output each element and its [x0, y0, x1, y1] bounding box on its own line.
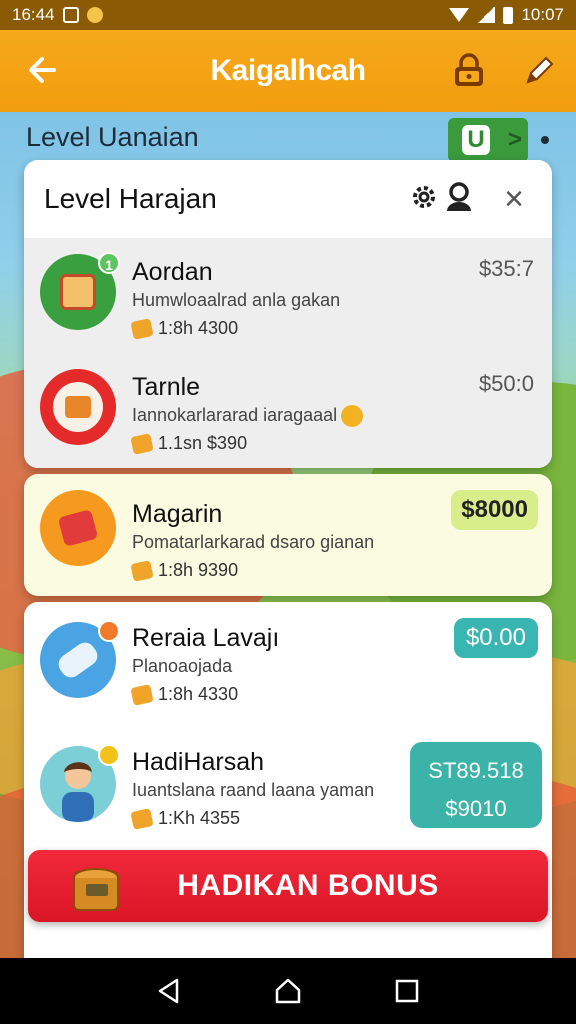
bag-icon [130, 807, 154, 830]
list-item[interactable]: Tarnle Iannokarlararad iaragaaal 1.1sn $… [24, 353, 552, 468]
bag-icon [130, 432, 154, 455]
nav-back-icon[interactable] [149, 971, 189, 1011]
settings-gear-icon[interactable] [408, 181, 440, 218]
item-name: Tarnle [132, 373, 201, 401]
wifi-icon [449, 8, 470, 22]
app-title: Kaigalhcah [210, 54, 366, 87]
star-badge-icon [98, 744, 120, 766]
item-name: HadiHarsah [132, 748, 265, 776]
alert-badge-icon [98, 620, 120, 642]
bag-icon [130, 559, 154, 582]
item-meta-text: 1:8h 4330 [158, 684, 239, 704]
item-description: Iuantslana raand laana yaman [132, 780, 375, 800]
item-description: Iannokarlararad iaragaaal [132, 405, 364, 428]
item-meta: 1:8h 9390 [130, 559, 239, 582]
battery-icon [503, 6, 514, 24]
dialog-header: Level Harajan × [24, 160, 552, 238]
bag-icon [130, 317, 154, 340]
notification-icon [62, 7, 79, 23]
status-time-right: 10:07 [521, 5, 564, 24]
close-icon[interactable]: × [496, 181, 532, 217]
more-dot-icon[interactable] [541, 136, 549, 144]
item-name: Reraia Lavajı [132, 624, 280, 652]
item-price: $35:7 [478, 256, 534, 281]
item-meta-text: 1:8h 9390 [158, 560, 239, 580]
item-meta-text: 1:Kh 4355 [158, 808, 241, 828]
bonus-button[interactable]: HADIKAN BONUS [28, 850, 548, 922]
item-meta-text: 1.1sn $390 [158, 433, 248, 453]
item-meta: 1.1sn $390 [130, 432, 248, 455]
background-badge-button[interactable]: U > [448, 118, 528, 162]
system-nav-bar [0, 958, 576, 1024]
item-count-badge: 1 [98, 252, 120, 274]
badge-letter: U [462, 125, 490, 155]
coin-icon [341, 405, 364, 428]
edit-pencil-icon[interactable] [522, 52, 556, 88]
item-price: $50:0 [478, 371, 534, 396]
chevron-right-icon: > [508, 126, 523, 153]
profile-icon[interactable] [444, 181, 474, 218]
status-time-left: 16:44 [12, 5, 55, 24]
price-top: ST89.518 [428, 758, 524, 783]
app-bar: Kaigalhcah [0, 30, 576, 112]
item-meta: 1:Kh 4355 [130, 807, 241, 830]
item-meta-text: 1:8h 4300 [158, 318, 239, 338]
bonus-button-label: HADIKAN BONUS [177, 869, 439, 902]
app-notification-icon [86, 7, 103, 23]
item-description: Humwloaalrad anla gakan [132, 290, 341, 310]
price-pill[interactable]: $0.00 [453, 618, 538, 658]
item-avatar [40, 369, 116, 445]
item-meta: 1:8h 4300 [130, 317, 239, 340]
background-level-title: Level Uanaian [26, 122, 199, 152]
status-bar: 16:44 10:07 [0, 0, 576, 30]
signal-icon [477, 7, 496, 23]
treasure-box-icon [68, 856, 128, 914]
item-name: Aordan [132, 258, 213, 286]
back-arrow-icon[interactable] [24, 52, 60, 88]
item-description: Pomatarlarkarad dsaro gianan [132, 532, 375, 552]
price-box[interactable]: ST89.518 $9010 [410, 742, 542, 828]
price-bottom: $9010 [445, 796, 507, 821]
nav-recents-icon[interactable] [387, 971, 427, 1011]
item-name: Magarin [132, 500, 223, 528]
list-item[interactable]: Reraia Lavajı Planoaojada 1:8h 4330 $0.0… [24, 602, 552, 726]
price-pill[interactable]: $8000 [451, 490, 538, 530]
item-avatar [40, 490, 116, 566]
level-dialog: Level Harajan × 1 Aordan Humwloaalrad an… [24, 160, 552, 468]
item-meta: 1:8h 4330 [130, 683, 239, 706]
item-description: Planoaojada [132, 656, 233, 676]
lock-icon[interactable] [452, 52, 486, 88]
bag-icon [130, 683, 154, 706]
list-item[interactable]: 1 Aordan Humwloaalrad anla gakan 1:8h 43… [24, 238, 552, 353]
nav-home-icon[interactable] [268, 971, 308, 1011]
list-item[interactable]: Magarin Pomatarlarkarad dsaro gianan 1:8… [24, 474, 552, 596]
dialog-title: Level Harajan [44, 183, 217, 214]
